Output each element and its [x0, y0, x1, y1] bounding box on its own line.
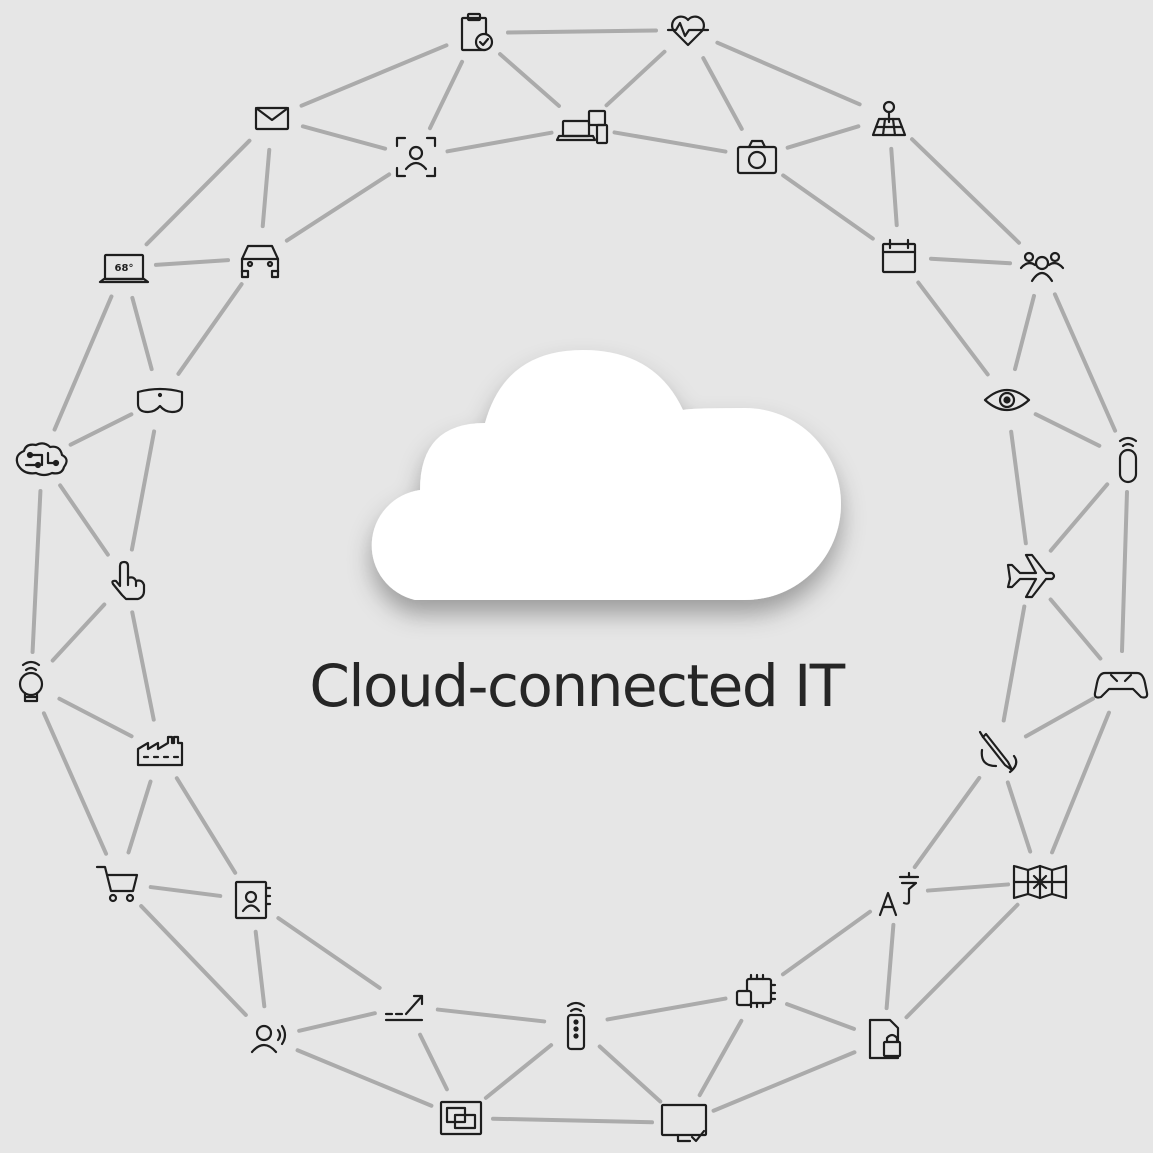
cloud-icon [371, 350, 841, 600]
trend-arrow-icon [384, 994, 424, 1022]
folded-map-icon [1012, 864, 1068, 900]
connection-line-clipboard-heart [505, 28, 659, 35]
connection-line-heart-camera [701, 56, 744, 131]
connection-line-pen-translate [912, 775, 982, 870]
connection-line-chip-remote [605, 996, 728, 1022]
connection-line-map-calendar [889, 146, 899, 228]
connection-line-translate-chip [780, 909, 873, 977]
connection-line-file-lock-translate [884, 922, 896, 1011]
diagram-canvas: 68° [15, 12, 1149, 1143]
airplane-icon [1006, 553, 1056, 599]
connection-line-brain-hand [58, 483, 110, 557]
connection-line-clipboard-face-scan [427, 59, 465, 131]
connection-line-remote-chart [435, 1007, 547, 1024]
connection-line-map-fold-translate [925, 882, 1011, 893]
connection-line-camera-calendar [781, 173, 875, 241]
heart-rate-icon [666, 15, 710, 47]
camera-icon [736, 139, 778, 175]
connection-line-dashboard-remote [483, 1043, 554, 1100]
clipboard-check-icon [460, 12, 494, 52]
connection-line-voice-chart [297, 1011, 377, 1033]
dashboard-icon [439, 1100, 483, 1136]
connection-line-cart-bulb [41, 711, 109, 856]
connection-line-laptop-car [153, 258, 231, 267]
connection-line-face-scan-devices [445, 130, 554, 154]
connection-line-gamepad-map-fold [1050, 710, 1111, 855]
connection-line-monitor-dashboard [490, 1116, 655, 1125]
connection-line-people-calendar [928, 256, 1013, 266]
connection-line-calendar-eye [916, 280, 990, 377]
connection-line-hand-headset [129, 429, 157, 552]
connection-line-mail-face-scan [300, 124, 388, 151]
connection-line-heart-map [715, 40, 862, 107]
connection-line-people-eye [1013, 293, 1036, 372]
locked-file-icon [868, 1018, 902, 1060]
connection-line-clipboard-devices [498, 52, 561, 108]
connection-line-dashboard-chart [418, 1032, 449, 1092]
calendar-icon [881, 238, 917, 274]
connection-line-brain-laptop [52, 294, 114, 432]
connection-line-speaker-eye [1033, 412, 1102, 448]
factory-icon [136, 735, 184, 767]
touch-hand-icon [111, 560, 146, 601]
connection-line-car-face-scan [284, 172, 392, 243]
processor-chip-icon [735, 973, 777, 1009]
laptop-temperature-label: 68° [115, 263, 134, 274]
face-scan-icon [395, 136, 437, 178]
translate-icon [878, 871, 920, 917]
connection-line-devices-camera [612, 130, 728, 154]
connection-line-brain-headset [68, 412, 134, 447]
pen-icon [978, 730, 1018, 774]
devices-icon [555, 109, 609, 145]
connection-line-map-fold-file-lock [904, 902, 1020, 1020]
connection-line-speaker-plane [1048, 482, 1110, 553]
connection-line-voice-contact [253, 929, 267, 1009]
eye-icon [983, 388, 1031, 412]
connection-line-map-fold-pen [1005, 780, 1033, 854]
brain-circuit-icon [15, 442, 68, 477]
connection-line-voice-cart [139, 904, 248, 1017]
voice-person-icon [250, 1024, 287, 1054]
people-group-icon [1019, 251, 1065, 283]
connection-line-speaker-gamepad [1120, 489, 1129, 654]
connection-line-file-lock-chip [785, 1002, 856, 1031]
connection-line-mail-clipboard [299, 43, 449, 108]
connection-line-monitor-remote [597, 1044, 663, 1104]
connection-line-laptop-mail [144, 138, 252, 247]
mixed-reality-headset-icon [136, 387, 184, 414]
connection-line-laptop-headset [130, 295, 154, 372]
connection-line-chart-contact [276, 916, 382, 990]
connection-line-monitor-chip [697, 1018, 744, 1098]
connection-line-contact-factory [174, 776, 238, 875]
connection-line-bulb-brain [30, 488, 43, 655]
connection-line-file-lock-monitor [711, 1050, 857, 1113]
connection-line-dashboard-voice [295, 1048, 434, 1108]
shopping-cart-icon [95, 865, 139, 903]
contact-book-icon [234, 880, 272, 920]
wireless-remote-icon [566, 1001, 586, 1051]
map-pin-icon [871, 100, 907, 137]
car-icon [240, 244, 280, 279]
smart-speaker-icon [1118, 436, 1138, 484]
connection-line-map-people [910, 137, 1021, 245]
connection-line-people-speaker [1052, 292, 1118, 433]
connection-line-mail-car [260, 147, 272, 229]
mail-icon [254, 106, 290, 131]
diagram-title: Cloud-connected IT [309, 652, 845, 720]
connection-line-eye-plane [1009, 429, 1028, 546]
connection-line-heart-devices [604, 49, 667, 108]
connection-line-map-camera [785, 124, 861, 150]
monitor-check-icon [660, 1103, 708, 1143]
connection-line-cart-contact [148, 885, 223, 898]
connection-line-cart-factory [126, 779, 153, 855]
connection-line-headset-car [176, 282, 244, 376]
